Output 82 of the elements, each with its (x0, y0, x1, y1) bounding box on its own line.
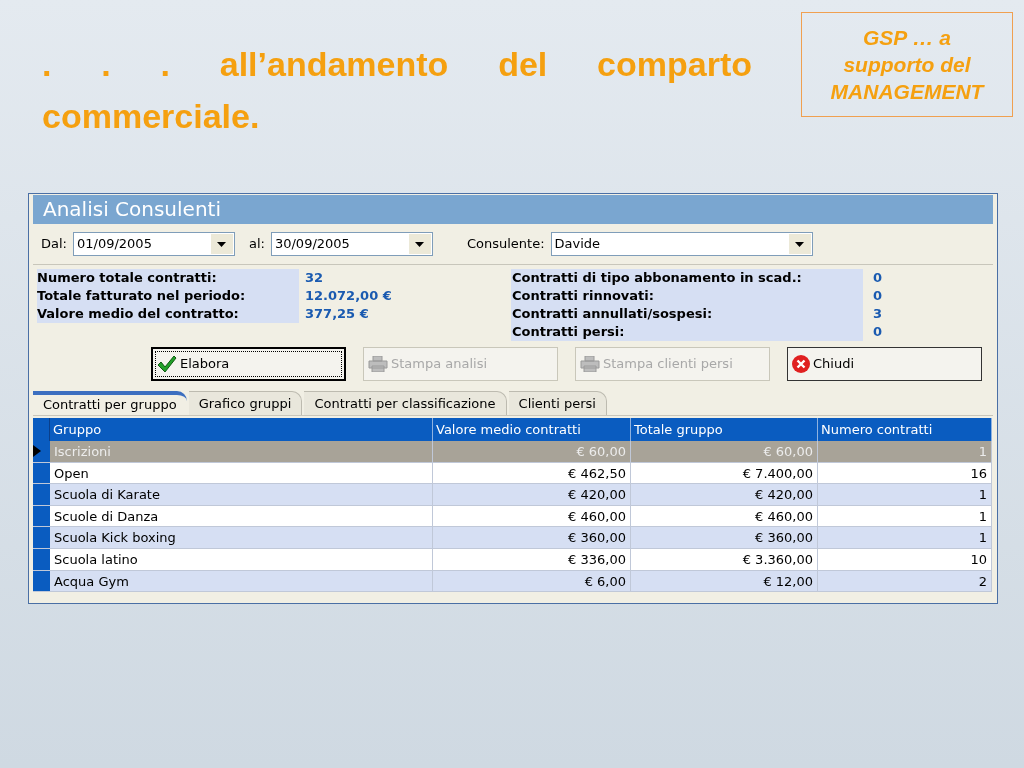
printer-icon (368, 356, 388, 372)
stat-label: Numero totale contratti: (37, 269, 299, 287)
stat-value: 0 (873, 323, 883, 341)
caret-icon (415, 241, 425, 247)
action-button[interactable]: Chiudi (787, 347, 982, 381)
table-cell: € 462,50 (433, 462, 631, 484)
table-cell: € 336,00 (433, 548, 631, 570)
table-cell: 1 (818, 441, 992, 462)
stat-label: Contratti annullati/sospesi: (511, 305, 863, 323)
slide-title: . . . all’andamento del comparto commerciale. (42, 44, 752, 137)
stat-label: Contratti di tipo abbonamento in scad.: (511, 269, 863, 287)
tab[interactable]: Clienti persi (508, 391, 607, 415)
dropdown-field[interactable]: Davide (550, 232, 813, 256)
table-cell: € 12,00 (631, 570, 818, 592)
table-cell: € 360,00 (631, 527, 818, 548)
table-cell: € 60,00 (631, 441, 818, 462)
table-row[interactable]: Open € 462,50 € 7.400,00 16 (33, 462, 992, 485)
table-cell: € 60,00 (433, 441, 631, 462)
field-label: Dal: (41, 235, 67, 254)
table-cell: Scuola latino (50, 548, 433, 570)
caret-icon (217, 241, 227, 247)
table-cell: € 420,00 (433, 484, 631, 505)
dropdown-button[interactable] (788, 234, 811, 254)
table-cell: Iscrizioni (50, 441, 433, 462)
caret-icon (795, 241, 805, 247)
table-row[interactable]: Acqua Gym € 6,00 € 12,00 2 (33, 570, 992, 593)
row-pointer-icon (33, 445, 41, 458)
slide-badge: GSP … a supporto del MANAGEMENT (801, 12, 1013, 117)
close-icon (792, 355, 810, 373)
stat-label: Contratti rinnovati: (511, 287, 863, 305)
stat-label: Contratti persi: (511, 323, 863, 341)
window-title: Analisi Consulenti (33, 195, 993, 224)
table-cell: € 420,00 (631, 484, 818, 505)
table-cell: Scuola di Karate (50, 484, 433, 505)
table-cell: € 7.400,00 (631, 462, 818, 484)
dropdown-button[interactable] (210, 234, 233, 254)
dropdown-field[interactable]: 30/09/2005 (270, 232, 433, 256)
field-value: 30/09/2005 (274, 235, 350, 253)
field-label: Consulente: (466, 235, 545, 254)
dropdown-button[interactable] (408, 234, 431, 254)
stat-value: 12.072,00 € (305, 287, 392, 305)
table-row[interactable]: Scuole di Danza € 460,00 € 460,00 1 (33, 505, 992, 528)
stat-value: 3 (873, 305, 883, 323)
table-cell: 10 (818, 548, 992, 570)
stat-value: 0 (873, 269, 883, 287)
table-cell: 2 (818, 570, 992, 592)
tab[interactable]: Contratti per classificazione (304, 391, 507, 415)
action-button[interactable]: Elabora (151, 347, 346, 381)
stat-label: Totale fatturato nel periodo: (37, 287, 299, 305)
tab[interactable]: Contratti per gruppo (33, 391, 187, 415)
field-label: al: (248, 235, 265, 254)
table-row[interactable]: Scuola latino € 336,00 € 3.360,00 10 (33, 548, 992, 571)
dropdown-field[interactable]: 01/09/2005 (72, 232, 235, 256)
field-value: 01/09/2005 (76, 235, 152, 253)
stat-value: 0 (873, 287, 883, 305)
table-cell: Scuole di Danza (50, 505, 433, 527)
row-selector[interactable] (33, 441, 50, 462)
table-cell: 16 (818, 462, 992, 484)
table-cell: 1 (818, 527, 992, 548)
stat-label: Valore medio del contratto: (37, 305, 299, 323)
table-cell: € 460,00 (433, 505, 631, 527)
table-cell: € 3.360,00 (631, 548, 818, 570)
table-row[interactable]: Scuola Kick boxing € 360,00 € 360,00 1 (33, 527, 992, 549)
table-cell: € 6,00 (433, 570, 631, 592)
row-selector[interactable] (33, 570, 50, 592)
table-cell: 1 (818, 505, 992, 527)
table-cell: 1 (818, 484, 992, 505)
table-cell: Scuola Kick boxing (50, 527, 433, 548)
table-cell: € 460,00 (631, 505, 818, 527)
row-selector[interactable] (33, 462, 50, 484)
table-row[interactable]: Scuola di Karate € 420,00 € 420,00 1 (33, 484, 992, 506)
row-selector[interactable] (33, 505, 50, 527)
table-cell: € 360,00 (433, 527, 631, 548)
field-value: Davide (554, 235, 601, 253)
printer-icon (580, 356, 600, 372)
table-cell: Open (50, 462, 433, 484)
stat-value: 32 (305, 269, 324, 287)
stat-value: 377,25 € (305, 305, 369, 323)
table-cell: Acqua Gym (50, 570, 433, 592)
tab[interactable]: Grafico gruppi (188, 391, 303, 415)
row-selector[interactable] (33, 548, 50, 570)
check-icon (157, 355, 177, 373)
